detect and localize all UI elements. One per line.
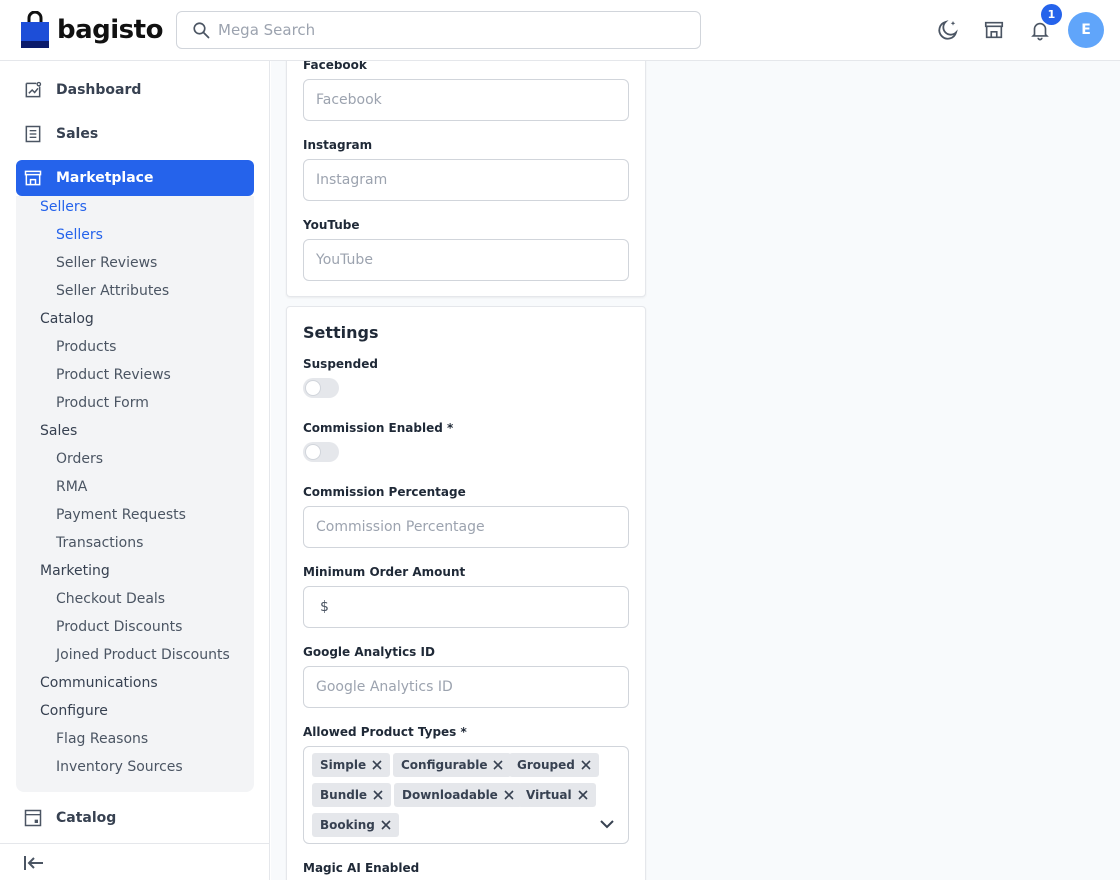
remove-tag-icon[interactable] bbox=[372, 760, 382, 770]
sidebar-subitem-rma[interactable]: RMA bbox=[56, 479, 87, 495]
moon-icon bbox=[938, 20, 958, 40]
settings-title: Settings bbox=[303, 323, 379, 342]
commission-percentage-label: Commission Percentage bbox=[303, 485, 466, 499]
sidebar-subitem-sellers[interactable]: Sellers bbox=[56, 227, 103, 243]
tag-label: Virtual bbox=[526, 788, 572, 802]
suspended-toggle[interactable] bbox=[303, 378, 339, 398]
instagram-label: Instagram bbox=[303, 138, 373, 152]
sidebar-item-label: Marketplace bbox=[56, 170, 154, 186]
sidebar-subitem-product-form[interactable]: Product Form bbox=[56, 395, 149, 411]
sidebar-subitem-marketing[interactable]: Marketing bbox=[40, 563, 110, 579]
remove-tag-icon[interactable] bbox=[504, 790, 514, 800]
product-type-tag: Booking bbox=[312, 813, 399, 837]
ga-label: Google Analytics ID bbox=[303, 645, 435, 659]
product-type-tag: Configurable bbox=[393, 753, 512, 777]
brand-name: bagisto bbox=[57, 15, 163, 45]
ga-input[interactable] bbox=[303, 666, 629, 708]
sidebar-item-catalog[interactable]: Catalog bbox=[16, 800, 254, 836]
sidebar-item-label: Catalog bbox=[56, 810, 117, 826]
sidebar-subitem-joined-product-discounts[interactable]: Joined Product Discounts bbox=[56, 647, 230, 663]
sidebar-item-sales[interactable]: Sales bbox=[16, 116, 254, 152]
instagram-input[interactable] bbox=[303, 159, 629, 201]
youtube-label: YouTube bbox=[303, 218, 360, 232]
chevron-down-icon[interactable] bbox=[600, 819, 614, 829]
facebook-input[interactable] bbox=[303, 79, 629, 121]
sidebar-subitem-seller-reviews[interactable]: Seller Reviews bbox=[56, 255, 157, 271]
sidebar-subitem-products[interactable]: Products bbox=[56, 339, 116, 355]
toggle-knob bbox=[305, 380, 321, 396]
sidebar-subitem-flag-reasons[interactable]: Flag Reasons bbox=[56, 731, 148, 747]
product-type-tag: Grouped bbox=[509, 753, 599, 777]
commission-percentage-input[interactable] bbox=[303, 506, 629, 548]
remove-tag-icon[interactable] bbox=[581, 760, 591, 770]
commission-enabled-toggle[interactable] bbox=[303, 442, 339, 462]
dashboard-icon bbox=[22, 79, 44, 101]
notification-badge: 1 bbox=[1041, 4, 1062, 25]
sidebar-subitem-inventory-sources[interactable]: Inventory Sources bbox=[56, 759, 183, 775]
facebook-label: Facebook bbox=[303, 61, 367, 72]
product-type-tag: Bundle bbox=[312, 783, 392, 807]
magic-ai-label: Magic AI Enabled bbox=[303, 861, 420, 875]
sidebar-item-label: Dashboard bbox=[56, 82, 142, 98]
search-icon bbox=[193, 22, 210, 39]
collapse-left-icon bbox=[24, 856, 43, 870]
sidebar-item-label: Sales bbox=[56, 126, 99, 142]
sidebar-subitem-communications[interactable]: Communications bbox=[40, 675, 158, 691]
brand-logo[interactable]: bagisto bbox=[20, 10, 163, 49]
tag-label: Configurable bbox=[401, 758, 488, 772]
sidebar-subitem-sales[interactable]: Sales bbox=[40, 423, 77, 439]
main-content: Facebook Instagram YouTube Settings Susp… bbox=[271, 61, 1120, 880]
min-order-input[interactable] bbox=[303, 586, 629, 628]
remove-tag-icon[interactable] bbox=[578, 790, 588, 800]
tag-label: Downloadable bbox=[402, 788, 498, 802]
remove-tag-icon[interactable] bbox=[381, 820, 391, 830]
shopping-bag-icon bbox=[20, 10, 50, 49]
sidebar-subitem-configure[interactable]: Configure bbox=[40, 703, 108, 719]
mega-search[interactable] bbox=[176, 11, 701, 49]
sidebar-subitem-transactions[interactable]: Transactions bbox=[56, 535, 143, 551]
product-type-tag: Virtual bbox=[518, 783, 596, 807]
catalog-icon bbox=[22, 807, 44, 829]
toggle-knob bbox=[305, 444, 321, 460]
dark-mode-toggle[interactable] bbox=[935, 17, 961, 43]
store-icon bbox=[22, 167, 44, 189]
sales-icon bbox=[22, 123, 44, 145]
remove-tag-icon[interactable] bbox=[493, 760, 504, 770]
sidebar-subitem-product-reviews[interactable]: Product Reviews bbox=[56, 367, 171, 383]
sidebar: Dashboard Sales Marketplace Sellers Selle… bbox=[0, 61, 270, 880]
tag-label: Simple bbox=[320, 758, 367, 772]
sidebar-subitem-sellers[interactable]: Sellers bbox=[40, 199, 87, 215]
min-order-label: Minimum Order Amount bbox=[303, 565, 466, 579]
sidebar-item-marketplace[interactable]: Marketplace bbox=[16, 160, 254, 196]
tag-label: Grouped bbox=[517, 758, 575, 772]
youtube-input[interactable] bbox=[303, 239, 629, 281]
product-type-tag: Simple bbox=[312, 753, 391, 777]
product-type-tag: Downloadable bbox=[394, 783, 522, 807]
product-types-label: Allowed Product Types * bbox=[303, 725, 467, 739]
sidebar-subitem-payment-requests[interactable]: Payment Requests bbox=[56, 507, 186, 523]
tag-label: Bundle bbox=[320, 788, 368, 802]
top-header: bagisto 1 E bbox=[0, 0, 1120, 61]
user-avatar[interactable]: E bbox=[1068, 12, 1104, 48]
remove-tag-icon[interactable] bbox=[373, 790, 383, 800]
collapse-sidebar-button[interactable] bbox=[0, 843, 270, 880]
sidebar-item-dashboard[interactable]: Dashboard bbox=[16, 72, 254, 108]
sidebar-subitem-checkout-deals[interactable]: Checkout Deals bbox=[56, 591, 165, 607]
sidebar-subitem-catalog[interactable]: Catalog bbox=[40, 311, 94, 327]
sidebar-subitem-orders[interactable]: Orders bbox=[56, 451, 103, 467]
suspended-label: Suspended bbox=[303, 357, 378, 371]
search-input[interactable] bbox=[218, 21, 658, 39]
sidebar-subitem-seller-attributes[interactable]: Seller Attributes bbox=[56, 283, 169, 299]
product-types-select[interactable]: Simple Configurable Grouped Bundle Downl… bbox=[303, 746, 629, 844]
tag-label: Booking bbox=[320, 818, 375, 832]
store-icon bbox=[984, 21, 1004, 39]
storefront-button[interactable] bbox=[981, 17, 1007, 43]
sidebar-subitem-product-discounts[interactable]: Product Discounts bbox=[56, 619, 182, 635]
commission-enabled-label: Commission Enabled * bbox=[303, 421, 454, 435]
